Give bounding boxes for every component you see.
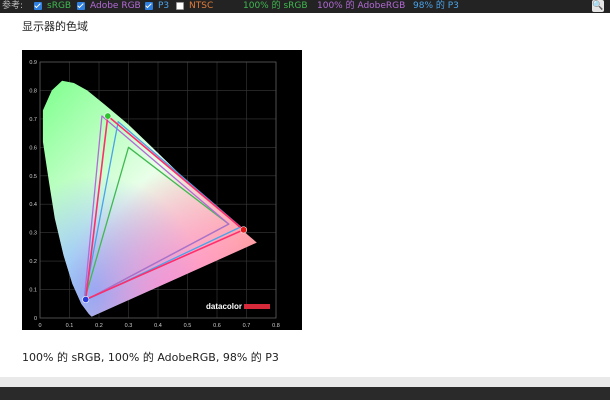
y-tick-label: 0.1 xyxy=(29,288,37,294)
adobergb-coverage: 100% 的 AdobeRGB xyxy=(317,1,406,11)
gamut-svg: 0 0.1 0.2 0.3 0.4 0.5 0.6 0.7 0.8 0 0.1 0.2 0.3 0.4 0.… xyxy=(29,60,280,329)
page-title: 显示器的色域 xyxy=(22,20,88,33)
magnifier-icon[interactable]: 🔍 xyxy=(592,0,604,12)
bottom-divider xyxy=(0,377,610,387)
locus-pink-tint xyxy=(42,80,257,317)
x-tick-label: 0 xyxy=(38,323,41,329)
toolbar: 参考: sRGB Adobe RGB P3 NTSC 100% 的 sRGB 1… xyxy=(0,0,610,13)
y-tick-label: 0 xyxy=(34,316,37,322)
footer-bar xyxy=(0,387,610,400)
adobergb-checkbox[interactable] xyxy=(77,2,85,10)
color-gamut-chart: 0 0.1 0.2 0.3 0.4 0.5 0.6 0.7 0.8 0 0.1 0.2 0.3 0.4 0.… xyxy=(22,50,302,330)
y-tick-label: 0.2 xyxy=(29,259,37,265)
spectral-locus xyxy=(42,80,257,317)
x-tick-label: 0.3 xyxy=(125,323,133,329)
y-tick-label: 0.7 xyxy=(29,117,37,123)
y-tick-label: 0.6 xyxy=(29,145,37,151)
srgb-checkbox[interactable] xyxy=(34,2,42,10)
x-tick-label: 0.6 xyxy=(213,323,221,329)
srgb-coverage: 100% 的 sRGB xyxy=(243,1,308,11)
x-tick-label: 0.4 xyxy=(154,323,162,329)
p3-coverage: 98% 的 P3 xyxy=(413,1,459,11)
ntsc-checkbox[interactable] xyxy=(176,2,184,10)
x-tick-label: 0.7 xyxy=(243,323,251,329)
p3-checkbox-label: P3 xyxy=(158,1,170,11)
y-tick-label: 0.4 xyxy=(29,202,37,208)
y-tick-label: 0.5 xyxy=(29,174,37,180)
brand-bar xyxy=(244,304,270,309)
adobergb-checkbox-label: Adobe RGB xyxy=(90,1,141,11)
x-tick-label: 0.1 xyxy=(66,323,74,329)
y-tick-label: 0.3 xyxy=(29,231,37,237)
datacolor-logo: datacolor xyxy=(206,302,270,311)
p3-checkbox[interactable] xyxy=(145,2,153,10)
x-tick-label: 0.2 xyxy=(95,323,103,329)
brand-label: datacolor xyxy=(206,302,242,311)
y-tick-label: 0.9 xyxy=(29,60,37,66)
reference-label: 参考: xyxy=(2,1,24,11)
primary-point xyxy=(82,296,90,304)
x-tick-label: 0.5 xyxy=(184,323,192,329)
y-tick-label: 0.8 xyxy=(29,88,37,94)
gamut-caption: 100% 的 sRGB, 100% 的 AdobeRGB, 98% 的 P3 xyxy=(22,351,279,364)
primary-point xyxy=(104,112,112,120)
ntsc-checkbox-label: NTSC xyxy=(189,1,214,11)
x-tick-label: 0.8 xyxy=(272,323,280,329)
srgb-checkbox-label: sRGB xyxy=(47,1,72,11)
primary-point xyxy=(240,226,248,234)
